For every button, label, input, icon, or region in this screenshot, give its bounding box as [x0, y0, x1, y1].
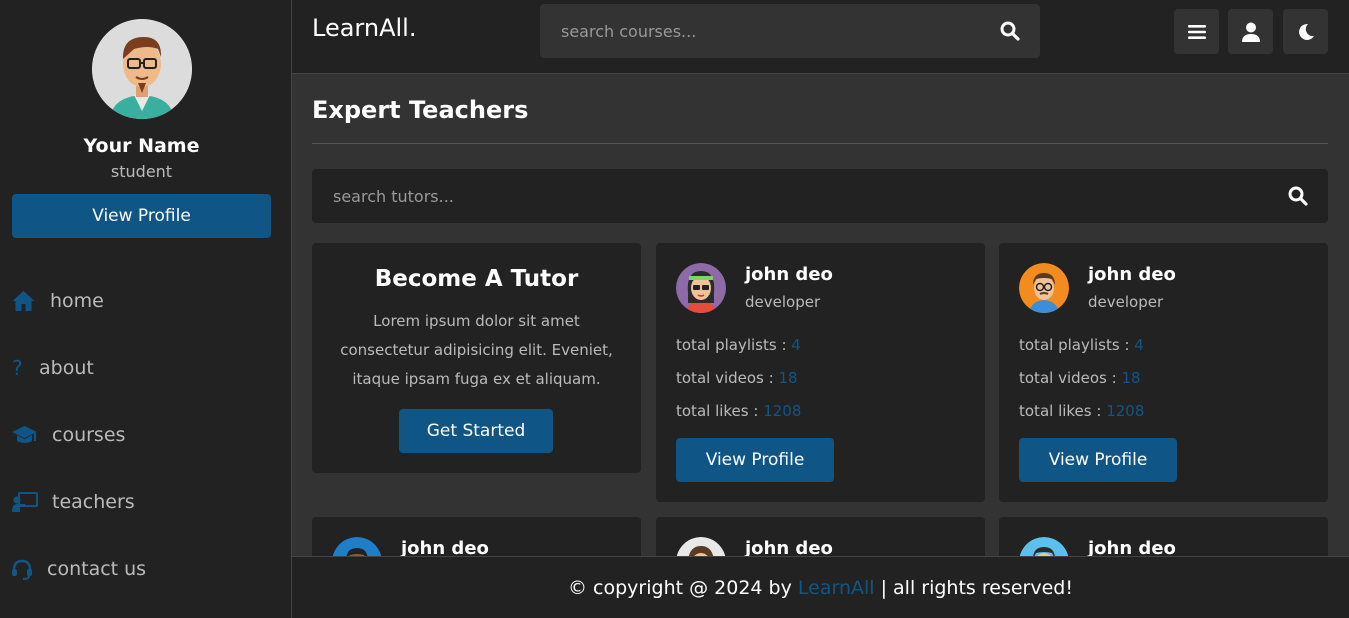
profile-name: Your Name [83, 135, 200, 157]
view-profile-button[interactable]: View Profile [676, 438, 834, 482]
stat-label: total playlists : [676, 336, 792, 354]
stat-value: 1208 [763, 402, 802, 420]
tutor-search[interactable]: search tutors... [312, 169, 1328, 223]
stat-label: total videos : [1019, 369, 1122, 387]
stat-label: total videos : [676, 369, 779, 387]
moon-icon [1298, 23, 1314, 40]
divider [312, 143, 1328, 144]
home-icon [12, 291, 35, 311]
logo[interactable]: LearnAll. [312, 14, 416, 42]
stat-playlists: total playlists : 4 [1019, 336, 1144, 354]
profile-role: student [110, 162, 173, 181]
footer-copyright: © copyright @ 2024 by [568, 576, 798, 599]
headset-icon [12, 559, 32, 580]
tutor-name: john deo [745, 264, 833, 285]
become-tutor-card: Become A Tutor Lorem ipsum dolor sit ame… [312, 243, 641, 473]
stat-likes: total likes : 1208 [676, 402, 801, 420]
stat-likes: total likes : 1208 [1019, 402, 1144, 420]
tutor-name: john deo [1088, 264, 1176, 285]
stat-value: 18 [778, 369, 798, 387]
view-profile-button[interactable]: View Profile [12, 194, 271, 238]
nav-label: courses [52, 424, 126, 446]
view-profile-button[interactable]: View Profile [1019, 438, 1177, 482]
search-input[interactable]: search tutors... [312, 187, 1288, 206]
nav-label: contact us [47, 558, 147, 580]
footer: © copyright @ 2024 by LearnAll | all rig… [292, 556, 1349, 618]
sidebar: Your Name student View Profile home ? ab… [0, 0, 292, 618]
tutor-role: developer [1088, 293, 1164, 311]
menu-button[interactable] [1174, 9, 1219, 54]
nav-item-teachers[interactable]: teachers [11, 487, 135, 517]
tutor-card: john deo developer total playlists : 4 t… [999, 243, 1328, 502]
stat-videos: total videos : 18 [676, 369, 798, 387]
stat-label: total playlists : [1019, 336, 1135, 354]
search-input[interactable]: search courses... [540, 22, 1000, 41]
chalkboard-teacher-icon [12, 492, 38, 512]
nav-item-courses[interactable]: courses [11, 420, 125, 450]
svg-text:?: ? [12, 357, 23, 379]
nav-label: teachers [52, 491, 135, 513]
search-icon[interactable] [1288, 186, 1308, 206]
nav-item-contact[interactable]: contact us [11, 554, 146, 584]
search-icon[interactable] [1000, 21, 1020, 41]
avatar [92, 19, 192, 119]
footer-brand-link[interactable]: LearnAll [798, 577, 875, 599]
nav-label: about [39, 357, 94, 379]
user-icon [1241, 22, 1260, 42]
nav-label: home [50, 290, 104, 312]
get-started-button[interactable]: Get Started [399, 409, 553, 453]
card-text: Lorem ipsum dolor sit amet consectetur a… [340, 312, 613, 388]
stat-label: total likes : [1019, 402, 1107, 420]
stat-value: 4 [1134, 336, 1144, 354]
tutor-card: john deo developer total playlists : 4 t… [656, 243, 985, 502]
user-button[interactable] [1228, 9, 1273, 54]
nav-item-about[interactable]: ? about [11, 353, 94, 383]
theme-toggle-button[interactable] [1283, 9, 1328, 54]
nav-item-home[interactable]: home [11, 286, 104, 316]
avatar [1019, 263, 1069, 313]
stat-videos: total videos : 18 [1019, 369, 1141, 387]
graduation-cap-icon [12, 426, 37, 443]
menu-icon [1187, 24, 1206, 39]
card-title: Become A Tutor [374, 266, 579, 292]
avatar [676, 263, 726, 313]
stat-value: 1208 [1106, 402, 1145, 420]
stat-value: 4 [791, 336, 801, 354]
female-avatar-icon [676, 263, 726, 313]
stat-label: total likes : [676, 402, 764, 420]
stat-playlists: total playlists : 4 [676, 336, 801, 354]
page-title: Expert Teachers [312, 96, 529, 124]
course-search[interactable]: search courses... [540, 4, 1040, 58]
tutor-role: developer [745, 293, 821, 311]
user-avatar-icon [92, 19, 192, 119]
top-header: LearnAll. search courses... [292, 0, 1349, 74]
male-avatar-icon [1019, 263, 1069, 313]
stat-value: 18 [1121, 369, 1141, 387]
footer-rights: | all rights reserved! [874, 576, 1073, 599]
question-icon: ? [12, 357, 23, 379]
